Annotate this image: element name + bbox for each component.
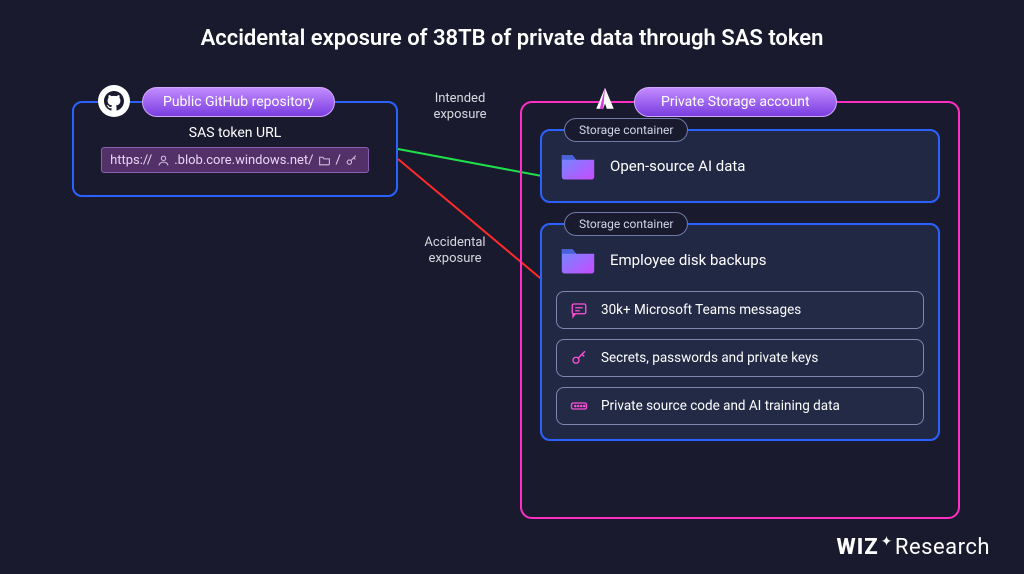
wiz-logo-text: WIZ [837,535,879,560]
sas-url-bar: https:// .blob.core.windows.net/ / [101,147,369,173]
sas-token-label: SAS token URL [90,125,380,141]
page-title: Accidental exposure of 38TB of private d… [0,0,1024,71]
container-label: Storage container [564,212,688,236]
storage-container-2: Storage container Employee di [540,223,940,441]
item-teams-messages: 30k+ Microsoft Teams messages [556,291,924,329]
folder-small-icon [317,152,333,168]
storage-pill: Private Storage account [634,87,837,117]
user-icon [155,152,171,168]
key-icon [569,348,589,368]
footer-brand: WIZ ✦ Research [837,535,990,560]
item-secrets: Secrets, passwords and private keys [556,339,924,377]
password-icon [569,396,589,416]
container-title: Open-source AI data [610,157,745,175]
sparkle-icon: ✦ [881,534,893,550]
footer-suffix: Research [895,535,990,560]
item-label: 30k+ Microsoft Teams messages [601,302,801,318]
item-source-code: Private source code and AI training data [556,387,924,425]
storage-account-box: Private Storage account Storage containe… [520,101,960,519]
github-icon [98,85,130,117]
intended-exposure-label: Intended exposure [410,91,510,124]
chat-icon [569,300,589,320]
item-label: Private source code and AI training data [601,398,840,414]
folder-icon [560,245,596,275]
container-title: Employee disk backups [610,251,766,269]
container-label: Storage container [564,118,688,142]
url-mid: .blob.core.windows.net/ [174,153,313,168]
item-label: Secrets, passwords and private keys [601,350,818,366]
accidental-exposure-label: Accidental exposure [400,235,510,268]
github-repo-box: Public GitHub repository SAS token URL h… [72,101,398,197]
github-pill: Public GitHub repository [142,87,335,117]
storage-container-1: Storage container Open-source [540,129,940,203]
azure-icon [590,85,620,115]
folder-icon [560,151,596,181]
url-prefix: https:// [110,153,152,168]
diagram-canvas: Intended exposure Accidental exposure Pu… [0,71,1024,551]
key-small-icon [344,152,360,168]
url-sep: / [336,153,341,168]
